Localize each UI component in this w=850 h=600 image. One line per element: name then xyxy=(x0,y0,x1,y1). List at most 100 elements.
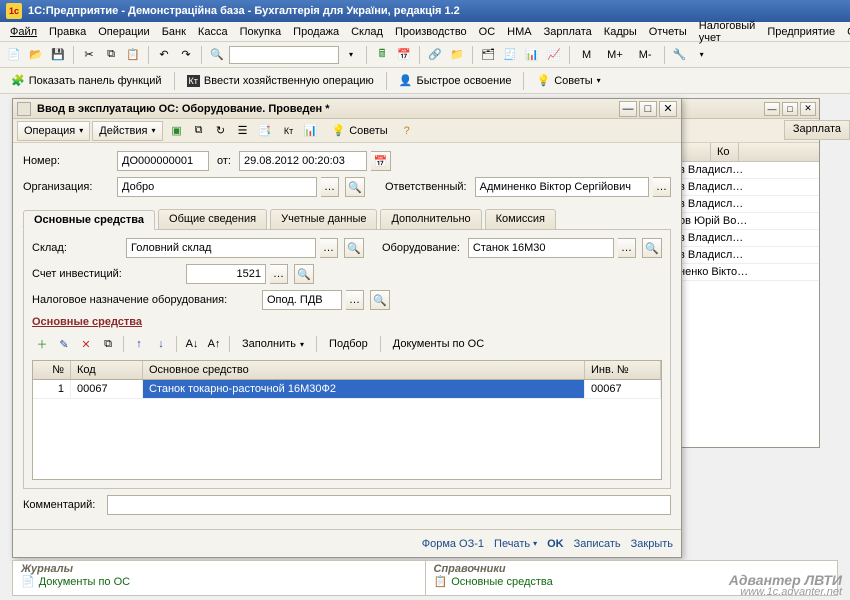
quick-start-button[interactable]: 👤 Быстрое освоение xyxy=(392,71,519,91)
col-n[interactable]: № xyxy=(33,361,71,379)
equip-field[interactable]: Станок 16М30 xyxy=(468,238,614,258)
dlg-max-icon[interactable]: □ xyxy=(639,101,657,117)
help-icon[interactable]: ? xyxy=(397,121,417,141)
ok-button[interactable]: OK xyxy=(547,538,564,550)
copy-doc-icon[interactable]: ⧉ xyxy=(189,121,209,141)
dkt-icon[interactable]: Кт xyxy=(279,121,299,141)
dlg-close-icon[interactable]: ✕ xyxy=(659,101,677,117)
edit-row-icon[interactable]: ✎ xyxy=(54,334,74,354)
show-panel-button[interactable]: 🧩 Показать панель функций xyxy=(4,71,169,91)
search-icon[interactable]: 🔍 xyxy=(642,238,662,258)
select-button[interactable]: Подбор xyxy=(322,334,375,354)
cut-icon[interactable]: ✂ xyxy=(79,45,99,65)
menu-operations[interactable]: Операции xyxy=(92,24,155,40)
menu-salary[interactable]: Зарплата xyxy=(538,24,598,40)
menu-production[interactable]: Производство xyxy=(389,24,473,40)
menu-file[interactable]: Файл xyxy=(4,24,43,40)
menu-enterprise[interactable]: Предприятие xyxy=(761,24,841,40)
enter-op-button[interactable]: Кт Ввести хозяйственную операцию xyxy=(180,71,381,91)
number-field[interactable]: ДО000000001 xyxy=(117,151,209,171)
search-icon[interactable]: 🔍 xyxy=(207,45,227,65)
menu-hr[interactable]: Кадры xyxy=(598,24,643,40)
menu-purchase[interactable]: Покупка xyxy=(234,24,288,40)
tool1-icon[interactable]: 🗂 xyxy=(478,45,498,65)
calendar-icon[interactable]: 📅 xyxy=(394,45,414,65)
clone-row-icon[interactable]: ⧉ xyxy=(98,334,118,354)
invest-field[interactable]: 1521 xyxy=(186,264,266,284)
search-icon[interactable]: 🔍 xyxy=(370,290,390,310)
menu-nma[interactable]: НМА xyxy=(501,24,537,40)
lookup-icon[interactable]: … xyxy=(321,177,339,197)
menu-service[interactable]: С xyxy=(841,24,850,40)
search-icon[interactable]: 🔍 xyxy=(345,177,365,197)
m-button[interactable]: M xyxy=(575,45,598,65)
tips-button[interactable]: 💡Советы xyxy=(325,121,395,141)
sort-asc-icon[interactable]: A↓ xyxy=(182,334,202,354)
sklad-field[interactable]: Головний склад xyxy=(126,238,316,258)
lookup-icon[interactable]: … xyxy=(346,290,364,310)
tab-general[interactable]: Общие сведения xyxy=(158,209,267,229)
wrench-icon[interactable]: 🔧 xyxy=(670,45,690,65)
operation-dropdown[interactable]: Операция▾ xyxy=(17,121,90,141)
struct-icon[interactable]: 📑 xyxy=(255,121,275,141)
m-plus-button[interactable]: M+ xyxy=(600,45,630,65)
delete-row-icon[interactable]: ✕ xyxy=(76,334,96,354)
docs-os-button[interactable]: Документы по ОС xyxy=(386,334,491,354)
journals-link[interactable]: 📄Документы по ОС xyxy=(21,575,130,588)
save-icon[interactable]: 💾 xyxy=(48,45,68,65)
lookup-icon[interactable]: … xyxy=(618,238,636,258)
col-name[interactable]: Основное средство xyxy=(143,361,585,379)
calc-icon[interactable]: 🖩 xyxy=(372,45,392,65)
tips-button[interactable]: 💡 Советы ▾ xyxy=(529,71,607,91)
tab-accounting[interactable]: Учетные данные xyxy=(270,209,377,229)
menu-warehouse[interactable]: Склад xyxy=(345,24,389,40)
link-icon[interactable]: 🔗 xyxy=(425,45,445,65)
move-down-icon[interactable]: ↓ xyxy=(151,334,171,354)
assets-grid[interactable]: № Код Основное средство Инв. № 1 00067 С… xyxy=(32,360,662,480)
wrench-dd-icon[interactable]: ▾ xyxy=(692,45,712,65)
list-icon[interactable]: ☰ xyxy=(233,121,253,141)
menu-tax[interactable]: Налоговый учет xyxy=(693,18,762,46)
bg-close-icon[interactable]: ✕ xyxy=(800,102,816,116)
tool3-icon[interactable]: 📊 xyxy=(522,45,542,65)
menu-bank[interactable]: Банк xyxy=(156,24,192,40)
form-oz1-link[interactable]: Форма ОЗ-1 xyxy=(422,538,484,550)
menu-edit[interactable]: Правка xyxy=(43,24,92,40)
tab-commission[interactable]: Комиссия xyxy=(485,209,556,229)
post-icon[interactable]: ▣ xyxy=(167,121,187,141)
col-code[interactable]: Код xyxy=(71,361,143,379)
side-tab-salary[interactable]: Зарплата xyxy=(784,120,850,140)
comment-field[interactable] xyxy=(107,495,671,515)
sort-desc-icon[interactable]: A↑ xyxy=(204,334,224,354)
report-icon[interactable]: 📊 xyxy=(301,121,321,141)
catalogs-link[interactable]: 📋Основные средства xyxy=(434,575,553,588)
redo-icon[interactable]: ↷ xyxy=(176,45,196,65)
print-dropdown[interactable]: Печать ▾ xyxy=(494,538,537,550)
search-input[interactable] xyxy=(229,46,339,64)
date-field[interactable]: 29.08.2012 00:20:03 xyxy=(239,151,367,171)
search-icon[interactable]: 🔍 xyxy=(294,264,314,284)
actions-dropdown[interactable]: Действия▾ xyxy=(92,121,162,141)
calendar-icon[interactable]: 📅 xyxy=(371,151,391,171)
bg-col-ko[interactable]: Ко xyxy=(711,143,739,161)
tab-main-assets[interactable]: Основные средства xyxy=(23,210,155,230)
tool2-icon[interactable]: 🧾 xyxy=(500,45,520,65)
bg-min-icon[interactable]: — xyxy=(764,102,780,116)
folder-icon[interactable]: 📁 xyxy=(447,45,467,65)
close-button[interactable]: Закрыть xyxy=(631,538,673,550)
menu-cash[interactable]: Касса xyxy=(192,24,234,40)
col-inv[interactable]: Инв. № xyxy=(585,361,661,379)
tax-field[interactable]: Опод. ПДВ xyxy=(262,290,342,310)
responsible-field[interactable]: Админенко Віктор Сергійович xyxy=(475,177,649,197)
lookup-icon[interactable]: … xyxy=(653,177,671,197)
dlg-min-icon[interactable]: — xyxy=(619,101,637,117)
paste-icon[interactable]: 📋 xyxy=(123,45,143,65)
bg-max-icon[interactable]: □ xyxy=(782,102,798,116)
lookup-icon[interactable]: … xyxy=(270,264,288,284)
org-field[interactable]: Добро xyxy=(117,177,317,197)
search-dd-icon[interactable]: ▾ xyxy=(341,45,361,65)
search-icon[interactable]: 🔍 xyxy=(344,238,364,258)
grid-row[interactable]: 1 00067 Станок токарно-расточной 16М30Ф2… xyxy=(33,380,661,399)
save-button[interactable]: Записать xyxy=(574,538,621,550)
refresh-icon[interactable]: ↻ xyxy=(211,121,231,141)
